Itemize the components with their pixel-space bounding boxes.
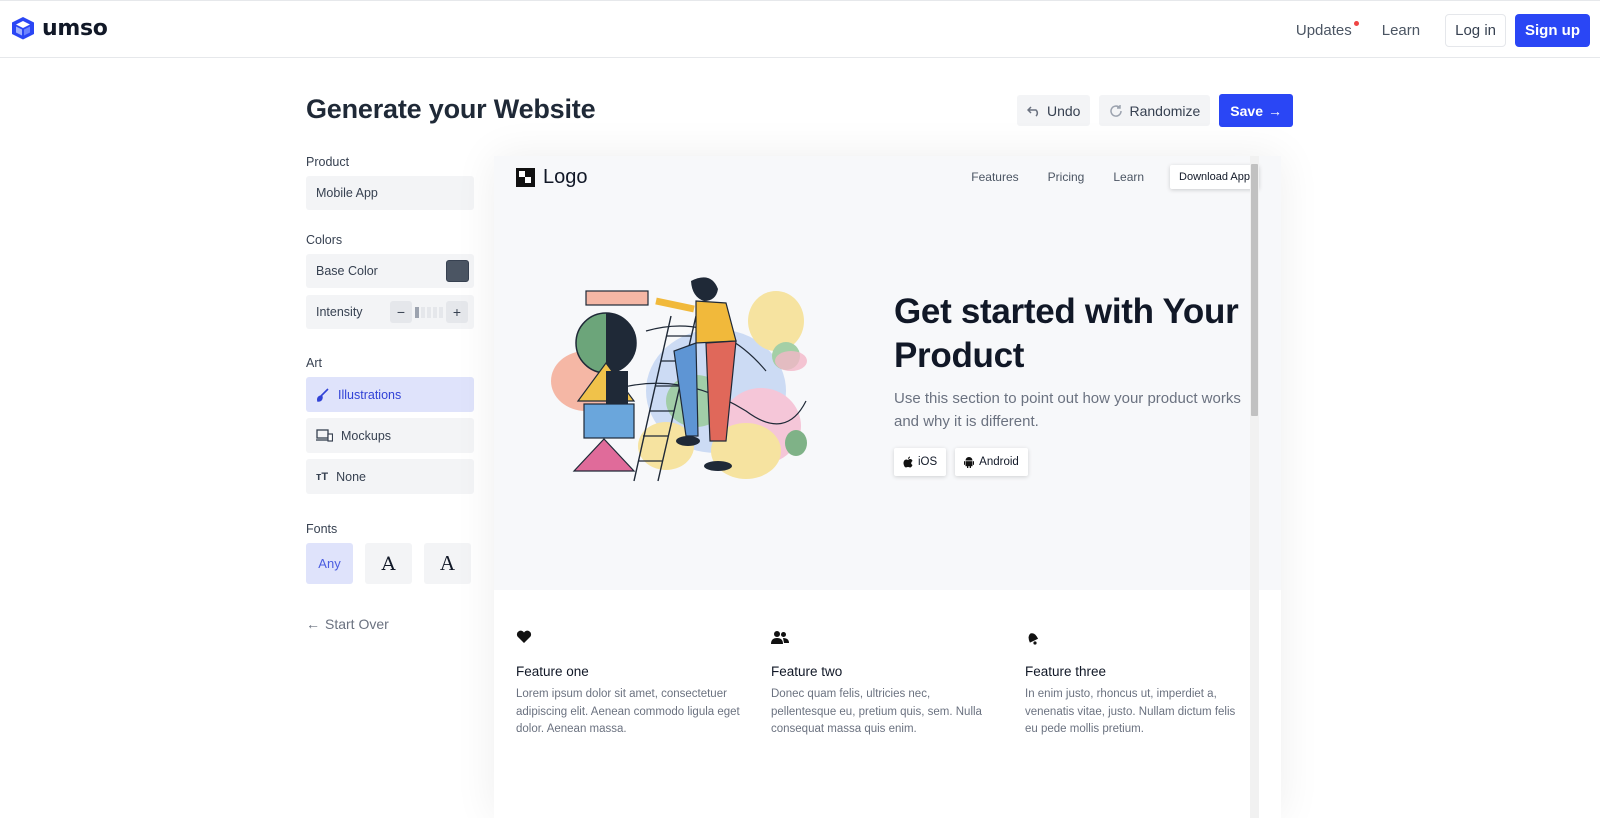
preview-ios-label: iOS [918,456,938,468]
colors-section-label: Colors [306,233,343,247]
arrow-right-icon: → [1268,102,1282,119]
hero-illustration [551,277,807,482]
devices-icon [316,429,333,442]
base-color-field[interactable]: Base Color [306,254,474,288]
intensity-stepper: − + [390,301,468,323]
art-option-label: Illustrations [338,387,402,402]
action-bar: Undo Randomize Save → [1017,94,1293,127]
apple-icon [903,456,913,468]
preview-nav: Features Pricing Learn Download App [971,165,1259,189]
product-section-label: Product [306,155,350,169]
preview-ios-button[interactable]: iOS [894,448,947,476]
text-size-icon: тT [316,470,329,483]
preview-logo-text: Logo [543,166,588,188]
intensity-bar [421,306,425,318]
art-option-mockups[interactable]: Mockups [306,418,474,453]
page-title: Generate your Website [306,94,596,124]
preview-subtext: Use this section to point out how your p… [894,390,1241,430]
fonts-section-label: Fonts [306,522,338,536]
preview-download-button[interactable]: Download App [1170,165,1259,189]
notification-dot [1353,20,1359,26]
heart-icon [516,630,532,643]
art-option-label: None [336,469,366,484]
preview-scroll-thumb[interactable] [1251,164,1258,416]
undo-label: Undo [1047,102,1081,119]
nav-learn[interactable]: Learn [1367,15,1435,47]
preview-scrollbar[interactable] [1250,156,1259,818]
preview-nav-features[interactable]: Features [971,170,1018,184]
brush-icon [317,387,329,402]
preview-headline: Get started with Your Product [894,292,1239,375]
users-icon [771,631,789,644]
arrow-left-icon: ← [306,616,320,632]
font-options: Any A A [306,543,474,584]
art-option-illustrations[interactable]: Illustrations [306,377,474,412]
preview-android-label: Android [979,456,1019,468]
bell-icon [1028,633,1039,645]
signup-button[interactable]: Sign up [1515,14,1590,47]
feature-card: Feature one Lorem ipsum dolor sit amet, … [516,630,741,739]
art-option-none[interactable]: тT None [306,459,474,494]
preview-nav-pricing[interactable]: Pricing [1048,170,1085,184]
preview-store-buttons: iOS Android [894,448,1028,476]
feature-title: Feature two [771,664,843,679]
feature-title: Feature one [516,664,589,679]
randomize-label: Randomize [1129,102,1201,119]
undo-button[interactable]: Undo [1017,95,1091,126]
randomize-button[interactable]: Randomize [1099,95,1211,126]
brand-logo[interactable]: umso [10,15,108,41]
art-section-label: Art [306,356,322,370]
android-icon [964,457,975,468]
website-preview: Logo Features Pricing Learn Download App [494,156,1281,818]
intensity-bar [415,306,419,318]
font-option-serif[interactable]: A [365,543,412,584]
intensity-level-bars [415,306,443,318]
font-option-any[interactable]: Any [306,543,353,584]
nav-updates-label: Updates [1295,21,1352,39]
intensity-field: Intensity − + [306,295,474,329]
save-button[interactable]: Save → [1219,94,1293,127]
save-label: Save [1230,102,1263,119]
logo-mark-icon [516,168,535,187]
base-color-label: Base Color [316,264,378,278]
undo-icon [1027,105,1039,117]
preview-hero: Logo Features Pricing Learn Download App [494,156,1281,590]
base-color-swatch[interactable] [446,260,469,282]
preview-logo[interactable]: Logo [516,166,588,189]
feature-title: Feature three [1025,664,1107,679]
brand-name: umso [42,15,108,41]
intensity-bar [427,306,431,318]
feature-text: Lorem ipsum dolor sit amet, consectetuer… [516,688,740,735]
top-bar: umso Updates Learn Log in Sign up [0,0,1600,58]
product-select[interactable]: Mobile App [306,176,474,210]
start-over-link[interactable]: ← Start Over [306,616,389,632]
nav-updates[interactable]: Updates [1281,15,1367,47]
refresh-icon [1110,104,1123,117]
login-button[interactable]: Log in [1445,14,1506,47]
preview-nav-learn[interactable]: Learn [1113,170,1144,184]
intensity-bar [433,306,437,318]
feature-text: Donec quam felis, ultricies nec, pellent… [771,688,982,735]
font-option-serif-alt[interactable]: A [424,543,471,584]
settings-sidebar: Product Mobile App Colors Base Color Int… [306,155,474,584]
preview-android-button[interactable]: Android [955,448,1028,476]
intensity-bar [439,306,443,318]
feature-card: Feature two Donec quam felis, ultricies … [771,630,996,739]
preview-features: Feature one Lorem ipsum dolor sit amet, … [494,590,1259,818]
intensity-label: Intensity [316,305,363,319]
cube-icon [12,17,34,40]
top-nav: Updates Learn Log in Sign up [1281,14,1590,47]
feature-text: In enim justo, rhoncus ut, imperdiet a, … [1025,688,1236,735]
start-over-label: Start Over [325,616,389,632]
art-option-label: Mockups [341,428,392,443]
intensity-decrease-button[interactable]: − [390,301,412,323]
intensity-increase-button[interactable]: + [446,301,468,323]
feature-card: Feature three In enim justo, rhoncus ut,… [1025,630,1250,739]
